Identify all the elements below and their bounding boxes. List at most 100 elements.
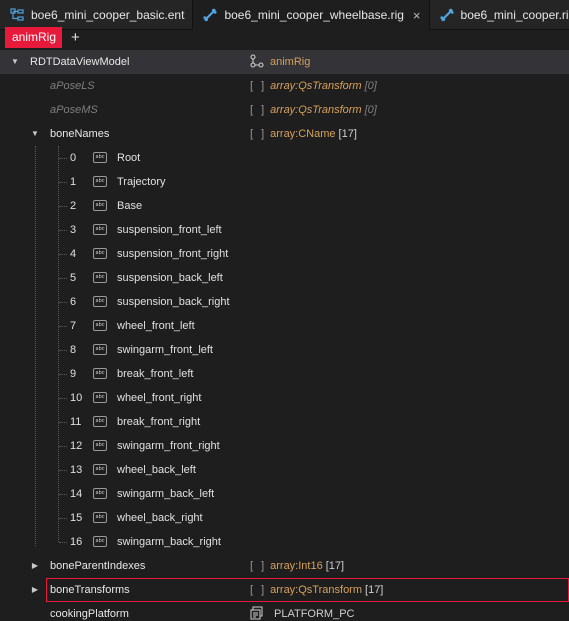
tree-row-boneparentindexes[interactable]: ▶ boneParentIndexes [] array:Int16 [17]: [0, 554, 569, 578]
bone-row[interactable]: 4 abc suspension_front_right: [0, 242, 569, 266]
string-type-icon: abc: [93, 416, 107, 427]
bone-name: break_front_left: [117, 368, 194, 380]
entity-icon: [10, 8, 24, 22]
bone-row[interactable]: 12 abc swingarm_front_right: [0, 434, 569, 458]
prop-count: [0]: [364, 104, 377, 116]
tree-row-bonetransforms[interactable]: ▶ boneTransforms [] array:QsTransform [1…: [0, 578, 569, 602]
prop-name: cookingPlatform: [50, 608, 129, 620]
tree-row-aposels[interactable]: aPoseLS [] array:QsTransform [0]: [0, 74, 569, 98]
string-type-icon: abc: [93, 176, 107, 187]
caret-down-icon[interactable]: ▼: [10, 57, 20, 67]
bone-name: suspension_back_left: [117, 272, 223, 284]
bone-name: suspension_back_right: [117, 296, 230, 308]
rig-node-icon: [250, 53, 264, 71]
bone-index: 7: [70, 320, 77, 332]
root-name: RDTDataViewModel: [30, 56, 130, 68]
string-type-icon: abc: [93, 320, 107, 331]
caret-right-icon[interactable]: ▶: [30, 585, 40, 595]
tree-guide: [59, 422, 67, 423]
tree-guide: [59, 374, 67, 375]
string-type-icon: abc: [93, 464, 107, 475]
bracket-open: [: [250, 560, 254, 572]
bone-row[interactable]: 13 abc wheel_back_left: [0, 458, 569, 482]
bone-index: 2: [70, 200, 77, 212]
bone-row[interactable]: 5 abc suspension_back_left: [0, 266, 569, 290]
bone-row[interactable]: 3 abc suspension_front_left: [0, 218, 569, 242]
tree-guide: [59, 278, 67, 279]
tree-guide: [59, 494, 67, 495]
bracket-open: [: [250, 80, 254, 92]
bone-name: suspension_front_left: [117, 224, 222, 236]
tree-guide: [59, 254, 67, 255]
tree-guide: [59, 302, 67, 303]
string-type-icon: abc: [93, 248, 107, 259]
file-tab-label: boe6_mini_cooper_wheelbase.rig: [224, 8, 404, 22]
string-type-icon: abc: [93, 224, 107, 235]
bone-row[interactable]: 2 abc Base: [0, 194, 569, 218]
tree-guide: [59, 182, 67, 183]
file-tab-label: boe6_mini_cooper.rig: [460, 8, 569, 22]
string-type-icon: abc: [93, 440, 107, 451]
bone-row[interactable]: 7 abc wheel_front_left: [0, 314, 569, 338]
caret-right-icon[interactable]: ▶: [30, 561, 40, 571]
bone-name: swingarm_front_left: [117, 344, 213, 356]
tab-animrig[interactable]: animRig: [5, 26, 63, 48]
bone-row[interactable]: 11 abc break_front_right: [0, 410, 569, 434]
bone-row[interactable]: 16 abc swingarm_back_right: [0, 530, 569, 554]
string-type-icon: abc: [93, 200, 107, 211]
prop-type: array:Int16: [270, 560, 323, 572]
tree-row-cookingplatform[interactable]: cookingPlatform PLATFORM_PC: [0, 602, 569, 621]
tree-guide: [59, 470, 67, 471]
bone-row[interactable]: 15 abc wheel_back_right: [0, 506, 569, 530]
tree-row-bonenames[interactable]: ▼ boneNames [] array:CName [17]: [0, 122, 569, 146]
bracket-open: [: [250, 104, 254, 116]
bone-index: 15: [70, 512, 83, 524]
bone-index: 11: [70, 416, 82, 428]
bone-index: 16: [70, 536, 83, 548]
bone-name: swingarm_back_right: [117, 536, 221, 548]
tree-guide: [59, 446, 67, 447]
bone-icon: [203, 8, 218, 22]
prop-type: array:QsTransform: [270, 584, 363, 596]
bracket-close: ]: [261, 584, 265, 596]
string-type-icon: abc: [93, 296, 107, 307]
root-value: animRig: [270, 56, 311, 68]
bone-row[interactable]: 14 abc swingarm_back_left: [0, 482, 569, 506]
bone-row[interactable]: 9 abc break_front_left: [0, 362, 569, 386]
close-icon[interactable]: ×: [413, 8, 421, 23]
bone-index: 13: [70, 464, 83, 476]
bone-row[interactable]: 6 abc suspension_back_right: [0, 290, 569, 314]
bracket-open: [: [250, 128, 254, 140]
bone-name: wheel_front_right: [117, 392, 202, 404]
bone-row[interactable]: 0 abc Root: [0, 146, 569, 170]
tree-row-root[interactable]: ▼ RDTDataViewModel animRig: [0, 50, 569, 74]
bone-index: 6: [70, 296, 77, 308]
bone-row[interactable]: 1 abc Trajectory: [0, 170, 569, 194]
prop-value: PLATFORM_PC: [274, 608, 355, 620]
string-type-icon: abc: [93, 368, 107, 379]
bone-name: wheel_front_left: [117, 320, 195, 332]
prop-name: aPoseLS: [50, 80, 95, 92]
bracket-close: ]: [261, 104, 265, 116]
tree-guide: [59, 350, 67, 351]
bone-name: swingarm_back_left: [117, 488, 215, 500]
tree-row-aposems[interactable]: aPoseMS [] array:QsTransform [0]: [0, 98, 569, 122]
add-tab-button[interactable]: +: [71, 30, 80, 45]
string-type-icon: abc: [93, 344, 107, 355]
string-type-icon: abc: [93, 152, 107, 163]
bone-name: wheel_back_left: [117, 464, 196, 476]
caret-down-icon[interactable]: ▼: [30, 129, 40, 139]
prop-type: array:QsTransform: [270, 80, 362, 92]
bone-index: 9: [70, 368, 77, 380]
bone-row[interactable]: 10 abc wheel_front_right: [0, 386, 569, 410]
prop-count: [17]: [365, 584, 384, 596]
prop-count: [17]: [338, 128, 357, 140]
prop-count: [0]: [364, 80, 377, 92]
string-type-icon: abc: [93, 488, 107, 499]
view-tab-bar: animRig +: [0, 26, 569, 48]
tree-guide: [59, 206, 67, 207]
prop-count: [17]: [325, 560, 345, 572]
bone-row[interactable]: 8 abc swingarm_front_left: [0, 338, 569, 362]
bone-index: 12: [70, 440, 83, 452]
bone-name: Root: [117, 152, 141, 164]
